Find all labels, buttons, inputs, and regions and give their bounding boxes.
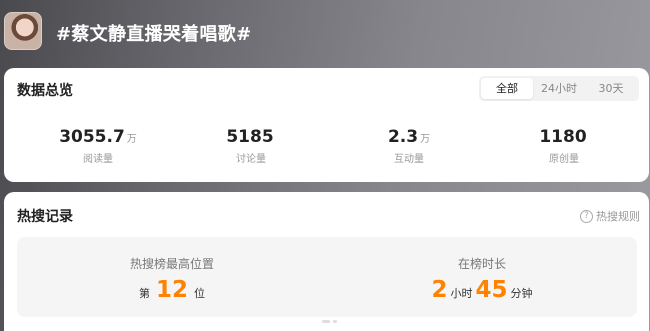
duration-hours-unit: 小时 bbox=[450, 287, 473, 300]
peak-suffix: 位 bbox=[194, 287, 205, 300]
overview-title: 数据总览 bbox=[17, 83, 73, 99]
topic-title: #蔡文静直播哭着唱歌# bbox=[56, 24, 252, 45]
avatar[interactable] bbox=[4, 12, 42, 50]
data-overview-card: 数据总览 全部 24小时 30天 3055.7 万 阅读量 5185 讨论量 2.… bbox=[4, 68, 649, 182]
stat-reads: 3055.7 万 阅读量 bbox=[28, 126, 168, 165]
stat-original-label: 原创量 bbox=[549, 154, 579, 165]
stat-reads-value: 3055.7 bbox=[59, 127, 125, 147]
stat-reads-label: 阅读量 bbox=[83, 154, 113, 165]
stat-interactions-unit: 万 bbox=[420, 134, 431, 145]
tab-30d[interactable]: 30天 bbox=[585, 78, 637, 99]
peak-rank: 12 bbox=[155, 277, 188, 303]
scroll-indicator bbox=[322, 320, 337, 323]
duration-hours: 2 bbox=[431, 277, 448, 303]
stat-original: 1180 原创量 bbox=[494, 126, 634, 165]
hot-search-title: 热搜记录 bbox=[17, 209, 73, 225]
tab-all[interactable]: 全部 bbox=[481, 78, 533, 99]
peak-position: 热搜榜最高位置 第 12 位 bbox=[17, 237, 327, 317]
stat-discussions-value: 5185 bbox=[226, 127, 274, 147]
stat-interactions-value: 2.3 bbox=[387, 127, 419, 147]
peak-prefix: 第 bbox=[138, 287, 150, 300]
hot-search-panel: 热搜榜最高位置 第 12 位 在榜时长 2 小时 45 分钟 bbox=[17, 237, 637, 317]
stat-original-value: 1180 bbox=[539, 127, 587, 147]
time-on-list-label: 在榜时长 bbox=[457, 257, 506, 271]
hot-search-rules-link[interactable]: ? 热搜规则 bbox=[580, 208, 640, 224]
duration-minutes-unit: 分钟 bbox=[510, 287, 533, 300]
time-range-tabs: 全部 24小时 30天 bbox=[479, 76, 639, 101]
question-circle-icon: ? bbox=[580, 209, 593, 223]
stats-row: 3055.7 万 阅读量 5185 讨论量 2.3 万 互动量 1180 原创量 bbox=[4, 126, 649, 170]
hot-search-card: 热搜记录 ? 热搜规则 热搜榜最高位置 第 12 位 在榜时长 2 小时 45 … bbox=[4, 192, 649, 331]
peak-position-value: 第 12 位 bbox=[17, 277, 327, 305]
stat-reads-unit: 万 bbox=[126, 134, 137, 145]
time-on-list: 在榜时长 2 小时 45 分钟 bbox=[327, 237, 637, 317]
stat-interactions-label: 互动量 bbox=[394, 154, 424, 165]
duration-minutes: 45 bbox=[475, 277, 508, 303]
stat-discussions-label: 讨论量 bbox=[236, 154, 266, 165]
peak-position-label: 热搜榜最高位置 bbox=[129, 257, 214, 271]
time-on-list-value: 2 小时 45 分钟 bbox=[327, 277, 637, 305]
topic-header: #蔡文静直播哭着唱歌# bbox=[0, 0, 650, 66]
rules-link-label: 热搜规则 bbox=[596, 210, 640, 223]
stat-discussions: 5185 讨论量 bbox=[181, 126, 321, 165]
stat-interactions: 2.3 万 互动量 bbox=[339, 126, 479, 165]
tab-24h[interactable]: 24小时 bbox=[533, 78, 585, 99]
